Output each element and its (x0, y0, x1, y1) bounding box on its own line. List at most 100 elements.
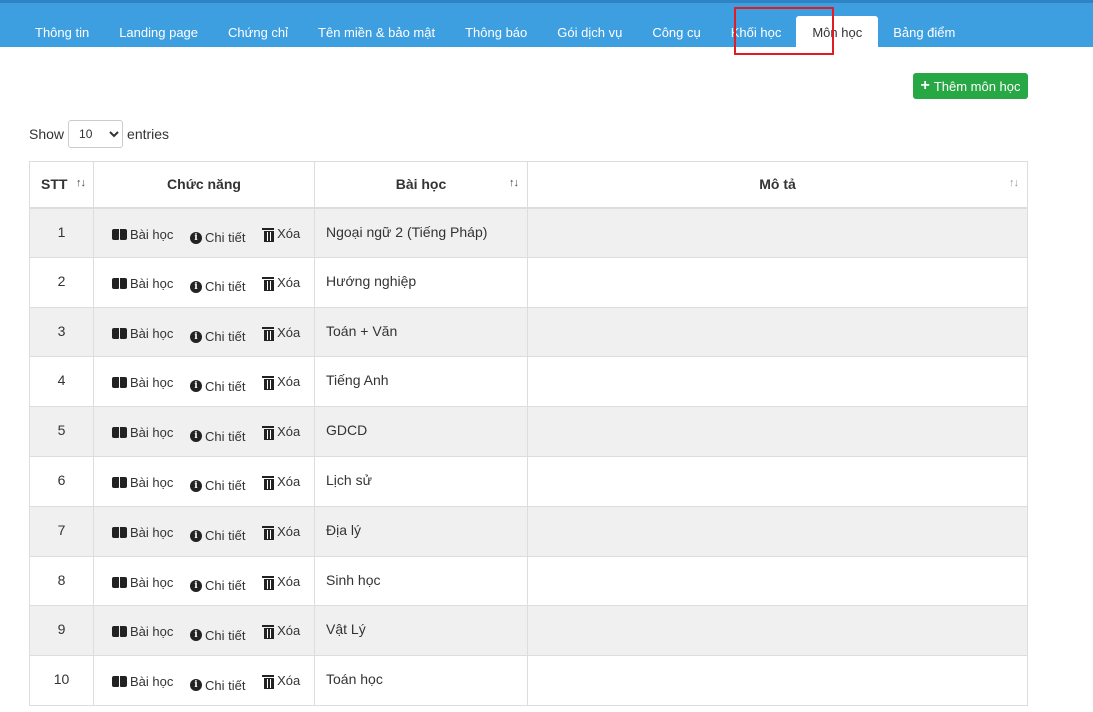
lesson-name: Hướng nghiệp (314, 256, 528, 308)
lessons-link[interactable]: Bài học (112, 475, 173, 490)
tab-thong-tin[interactable]: Thông tin (20, 16, 104, 50)
info-icon: i (190, 479, 202, 492)
column-header-lesson[interactable]: Bài học ↑↓ (314, 161, 528, 209)
lesson-name: Ngoại ngữ 2 (Tiếng Pháp) (314, 207, 528, 258)
delete-link[interactable]: Xóa (262, 474, 300, 490)
row-actions: Bài học i Chi tiết Xóa (93, 406, 315, 457)
detail-link[interactable]: i Chi tiết (190, 329, 245, 344)
delete-link[interactable]: Xóa (262, 325, 300, 341)
table-row: 4 Bài học i Chi tiết Xóa Tiếng Anh (29, 356, 1028, 408)
page-length-control: Show 10 entries (29, 120, 169, 148)
table-row: 3 Bài học i Chi tiết Xóa Toán + Văn (29, 306, 1028, 358)
trash-icon (262, 375, 275, 391)
row-index: 3 (29, 306, 94, 358)
tab-landing-page[interactable]: Landing page (104, 16, 213, 50)
detail-link[interactable]: i Chi tiết (190, 578, 245, 593)
lesson-description (527, 406, 1028, 457)
table-row: 6 Bài học i Chi tiết Xóa Lịch sử (29, 455, 1028, 507)
table-row: 10 Bài học i Chi tiết Xóa Toán học (29, 655, 1028, 706)
delete-link[interactable]: Xóa (262, 226, 300, 242)
detail-link[interactable]: i Chi tiết (190, 379, 245, 394)
lesson-name: Toán + Văn (314, 306, 528, 358)
row-index: 10 (29, 655, 94, 706)
lesson-name: Tiếng Anh (314, 356, 528, 408)
lessons-link[interactable]: Bài học (112, 227, 173, 242)
delete-link[interactable]: Xóa (262, 275, 300, 291)
delete-link[interactable]: Xóa (262, 673, 300, 690)
column-header-description[interactable]: Mô tả ↑↓ (527, 161, 1028, 209)
info-icon: i (190, 280, 202, 293)
info-icon: i (190, 579, 202, 592)
lesson-description (527, 356, 1028, 408)
table-row: 1 Bài học i Chi tiết Xóa Ngoại ngữ 2 (Tiế… (29, 207, 1028, 258)
lessons-link[interactable]: Bài học (112, 525, 173, 540)
lesson-description (527, 455, 1028, 507)
book-icon (112, 327, 127, 339)
row-actions: Bài học i Chi tiết Xóa (93, 356, 315, 408)
lessons-link[interactable]: Bài học (112, 326, 173, 341)
sort-icon: ↑↓ (76, 177, 86, 189)
info-icon: i (190, 330, 202, 343)
row-actions: Bài học i Chi tiết Xóa (93, 207, 315, 258)
tab-thong-bao[interactable]: Thông báo (450, 16, 542, 50)
detail-link[interactable]: i Chi tiết (190, 230, 245, 245)
row-actions: Bài học i Chi tiết Xóa (93, 306, 315, 358)
page-length-select[interactable]: 10 (68, 120, 124, 148)
delete-link[interactable]: Xóa (262, 374, 300, 391)
tab-ten-mien-bao-mat[interactable]: Tên miền & bảo mật (303, 16, 450, 50)
lesson-description (527, 256, 1028, 308)
row-index: 4 (29, 356, 94, 408)
trash-icon (262, 624, 275, 640)
tab-khoi-hoc[interactable]: Khối học (716, 16, 797, 50)
table-row: 9 Bài học i Chi tiết Xóa Vật Lý (29, 605, 1028, 657)
add-subject-label: Thêm môn học (933, 78, 1021, 94)
lessons-link[interactable]: Bài học (112, 276, 173, 291)
lessons-link[interactable]: Bài học (112, 375, 173, 390)
row-index: 1 (29, 207, 94, 258)
row-index: 9 (29, 605, 94, 657)
trash-icon (262, 525, 275, 540)
lesson-description (527, 306, 1028, 358)
delete-link[interactable]: Xóa (262, 524, 300, 540)
lesson-description (527, 655, 1028, 706)
tab-mon-hoc[interactable]: Môn học (796, 16, 879, 50)
delete-link[interactable]: Xóa (262, 574, 300, 590)
detail-link[interactable]: i Chi tiết (190, 678, 245, 693)
tab-goi-dich-vu[interactable]: Gói dịch vụ (542, 16, 637, 50)
tab-bang-diem[interactable]: Bảng điểm (878, 16, 970, 50)
show-label: Show (29, 126, 65, 142)
row-actions: Bài học i Chi tiết Xóa (93, 455, 315, 507)
row-actions: Bài học i Chi tiết Xóa (93, 505, 315, 557)
detail-link[interactable]: i Chi tiết (190, 628, 245, 643)
add-subject-button[interactable]: + Thêm môn học (913, 73, 1028, 99)
lessons-link[interactable]: Bài học (112, 624, 173, 639)
lessons-link[interactable]: Bài học (112, 674, 173, 689)
column-header-functions: Chức năng (93, 161, 315, 209)
detail-link[interactable]: i Chi tiết (190, 478, 245, 493)
table-row: 2 Bài học i Chi tiết Xóa Hướng nghiệp (29, 256, 1028, 308)
detail-link[interactable]: i Chi tiết (190, 429, 245, 444)
detail-link[interactable]: i Chi tiết (190, 528, 245, 543)
column-header-stt[interactable]: STT ↑↓ (29, 161, 94, 209)
sort-icon: ↑↓ (1009, 177, 1019, 189)
entries-label: entries (127, 126, 170, 142)
tab-cong-cu[interactable]: Công cụ (637, 16, 715, 50)
detail-link[interactable]: i Chi tiết (190, 279, 245, 294)
trash-icon (262, 575, 275, 590)
trash-icon (262, 674, 275, 690)
row-index: 5 (29, 406, 94, 457)
info-icon: i (190, 629, 202, 642)
lesson-name: Địa lý (314, 505, 528, 557)
table-row: 5 Bài học i Chi tiết Xóa GDCD (29, 406, 1028, 457)
lessons-link[interactable]: Bài học (112, 575, 173, 590)
trash-icon (262, 425, 275, 441)
info-icon: i (190, 529, 202, 542)
lessons-link[interactable]: Bài học (112, 425, 173, 440)
delete-link[interactable]: Xóa (262, 623, 300, 640)
lesson-description (527, 207, 1028, 258)
row-actions: Bài học i Chi tiết Xóa (93, 605, 315, 657)
lesson-name: Toán học (314, 655, 528, 706)
table-row: 8 Bài học i Chi tiết Xóa Sinh học (29, 555, 1028, 607)
tab-chung-chi[interactable]: Chứng chỉ (213, 16, 303, 50)
delete-link[interactable]: Xóa (262, 424, 300, 441)
